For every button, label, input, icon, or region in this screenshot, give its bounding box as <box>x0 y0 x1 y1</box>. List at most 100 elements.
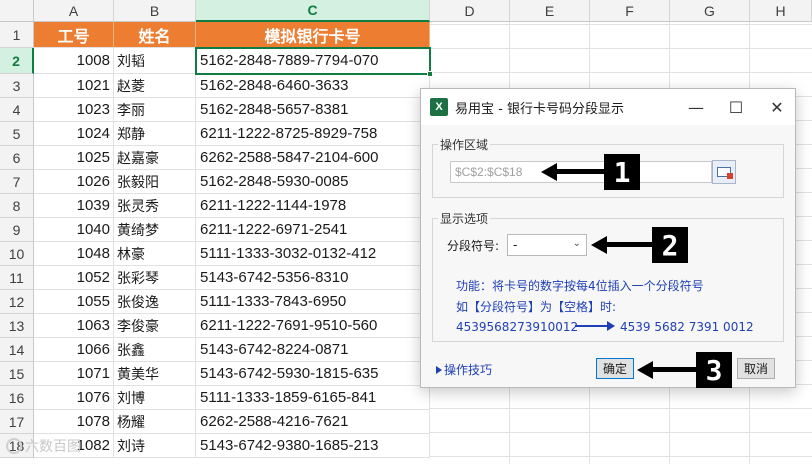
cancel-button[interactable]: 取消 <box>737 358 775 379</box>
card-cell[interactable]: 5162-2848-7889-7794-070 <box>196 48 430 74</box>
card-cell[interactable]: 5111-1333-3032-0132-412 <box>196 242 430 266</box>
name-cell[interactable]: 刘诗 <box>114 434 196 458</box>
row-header-3[interactable]: 3 <box>0 74 34 98</box>
id-cell[interactable]: 1052 <box>34 266 114 290</box>
column-header-h[interactable]: H <box>750 0 812 22</box>
row-header-13[interactable]: 13 <box>0 314 34 338</box>
id-cell[interactable]: 1048 <box>34 242 114 266</box>
name-cell[interactable]: 赵嘉豪 <box>114 146 196 170</box>
card-cell[interactable]: 6262-2588-4216-7621 <box>196 410 430 434</box>
select-all-corner[interactable] <box>0 0 34 22</box>
column-header-c[interactable]: C <box>196 0 430 22</box>
id-cell[interactable]: 1076 <box>34 386 114 410</box>
id-cell[interactable]: 1026 <box>34 170 114 194</box>
row-header-4[interactable]: 4 <box>0 98 34 122</box>
name-cell[interactable]: 林豪 <box>114 242 196 266</box>
dialog-titlebar[interactable]: X 易用宝 - 银行卡号码分段显示 — ☐ ✕ <box>421 89 795 125</box>
tips-link[interactable]: 操作技巧 <box>436 361 492 378</box>
id-cell[interactable]: 1023 <box>34 98 114 122</box>
row-header-7[interactable]: 7 <box>0 170 34 194</box>
name-cell[interactable]: 刘博 <box>114 386 196 410</box>
row-header-5[interactable]: 5 <box>0 122 34 146</box>
card-cell[interactable]: 6211-1222-7691-9510-560 <box>196 314 430 338</box>
minimize-button[interactable]: — <box>676 89 716 125</box>
row-header-12[interactable]: 12 <box>0 290 34 314</box>
id-cell[interactable]: 1055 <box>34 290 114 314</box>
name-cell[interactable]: 刘韬 <box>114 48 196 74</box>
row-header-1[interactable]: 1 <box>0 22 34 48</box>
id-cell[interactable]: 1008 <box>34 48 114 74</box>
fill-handle[interactable] <box>427 71 433 77</box>
name-cell[interactable]: 杨耀 <box>114 410 196 434</box>
column-header-a[interactable]: A <box>34 0 114 22</box>
name-cell[interactable]: 李俊豪 <box>114 314 196 338</box>
header-cell-card[interactable]: 模拟银行卡号 <box>196 22 430 48</box>
name-cell[interactable]: 张鑫 <box>114 338 196 362</box>
column-header-b[interactable]: B <box>114 0 196 22</box>
card-cell[interactable]: 5143-6742-9380-1685-213 <box>196 434 430 458</box>
options-group-label: 显示选项 <box>438 210 491 227</box>
name-cell[interactable]: 李丽 <box>114 98 196 122</box>
card-cell[interactable]: 6211-1222-1144-1978 <box>196 194 430 218</box>
name-cell[interactable]: 张俊逸 <box>114 290 196 314</box>
separator-value: - <box>513 238 518 252</box>
annotation-arrow-2 <box>606 242 654 247</box>
name-cell[interactable]: 张彩琴 <box>114 266 196 290</box>
id-cell[interactable]: 1040 <box>34 218 114 242</box>
column-header-f[interactable]: F <box>590 0 670 22</box>
column-header-e[interactable]: E <box>510 0 590 22</box>
watermark: 六数百图 <box>6 436 81 456</box>
header-cell-name[interactable]: 姓名 <box>114 22 196 48</box>
watermark-text: 六数百图 <box>25 439 81 455</box>
annotation-arrow-1 <box>556 169 604 174</box>
card-cell[interactable]: 5143-6742-5356-8310 <box>196 266 430 290</box>
example-arrow-icon <box>575 321 615 331</box>
name-cell[interactable]: 黄美华 <box>114 362 196 386</box>
name-cell[interactable]: 赵菱 <box>114 74 196 98</box>
row-header-6[interactable]: 6 <box>0 146 34 170</box>
name-cell[interactable]: 张灵秀 <box>114 194 196 218</box>
annotation-badge-2: 2 <box>652 227 688 263</box>
card-cell[interactable]: 5162-2848-6460-3633 <box>196 74 430 98</box>
row-header-15[interactable]: 15 <box>0 362 34 386</box>
row-header-14[interactable]: 14 <box>0 338 34 362</box>
ok-button[interactable]: 确定 <box>596 358 634 379</box>
name-cell[interactable]: 黄绮梦 <box>114 218 196 242</box>
id-cell[interactable]: 1063 <box>34 314 114 338</box>
row-header-2[interactable]: 2 <box>0 48 34 74</box>
maximize-button[interactable]: ☐ <box>716 89 756 125</box>
card-cell[interactable]: 5162-2848-5657-8381 <box>196 98 430 122</box>
card-cell[interactable]: 6211-1222-8725-8929-758 <box>196 122 430 146</box>
annotation-badge-1: 1 <box>604 154 640 190</box>
id-cell[interactable]: 1039 <box>34 194 114 218</box>
id-cell[interactable]: 1021 <box>34 74 114 98</box>
card-cell[interactable]: 5143-6742-5930-1815-635 <box>196 362 430 386</box>
id-cell[interactable]: 1025 <box>34 146 114 170</box>
column-header-d[interactable]: D <box>430 0 510 22</box>
card-cell[interactable]: 5111-1333-1859-6165-841 <box>196 386 430 410</box>
column-header-g[interactable]: G <box>670 0 750 22</box>
row-header-10[interactable]: 10 <box>0 242 34 266</box>
row-header-17[interactable]: 17 <box>0 410 34 434</box>
card-cell[interactable]: 6211-1222-6971-2541 <box>196 218 430 242</box>
card-cell[interactable]: 6262-2588-5847-2104-600 <box>196 146 430 170</box>
card-cell[interactable]: 5143-6742-8224-0871 <box>196 338 430 362</box>
id-cell[interactable]: 1078 <box>34 410 114 434</box>
close-button[interactable]: ✕ <box>757 89 797 125</box>
id-cell[interactable]: 1071 <box>34 362 114 386</box>
name-cell[interactable]: 张毅阳 <box>114 170 196 194</box>
id-cell[interactable]: 1024 <box>34 122 114 146</box>
row-header-11[interactable]: 11 <box>0 266 34 290</box>
range-picker-button[interactable] <box>712 160 736 184</box>
id-cell[interactable]: 1066 <box>34 338 114 362</box>
dialog-title: 易用宝 - 银行卡号码分段显示 <box>455 102 624 117</box>
name-cell[interactable]: 郑静 <box>114 122 196 146</box>
row-header-16[interactable]: 16 <box>0 386 34 410</box>
example-before: 4539568273910012 <box>456 320 579 334</box>
row-header-9[interactable]: 9 <box>0 218 34 242</box>
card-cell[interactable]: 5111-1333-7843-6950 <box>196 290 430 314</box>
card-cell[interactable]: 5162-2848-5930-0085 <box>196 170 430 194</box>
header-cell-id[interactable]: 工号 <box>34 22 114 48</box>
row-header-8[interactable]: 8 <box>0 194 34 218</box>
separator-select[interactable]: - ⌄ <box>507 234 587 256</box>
